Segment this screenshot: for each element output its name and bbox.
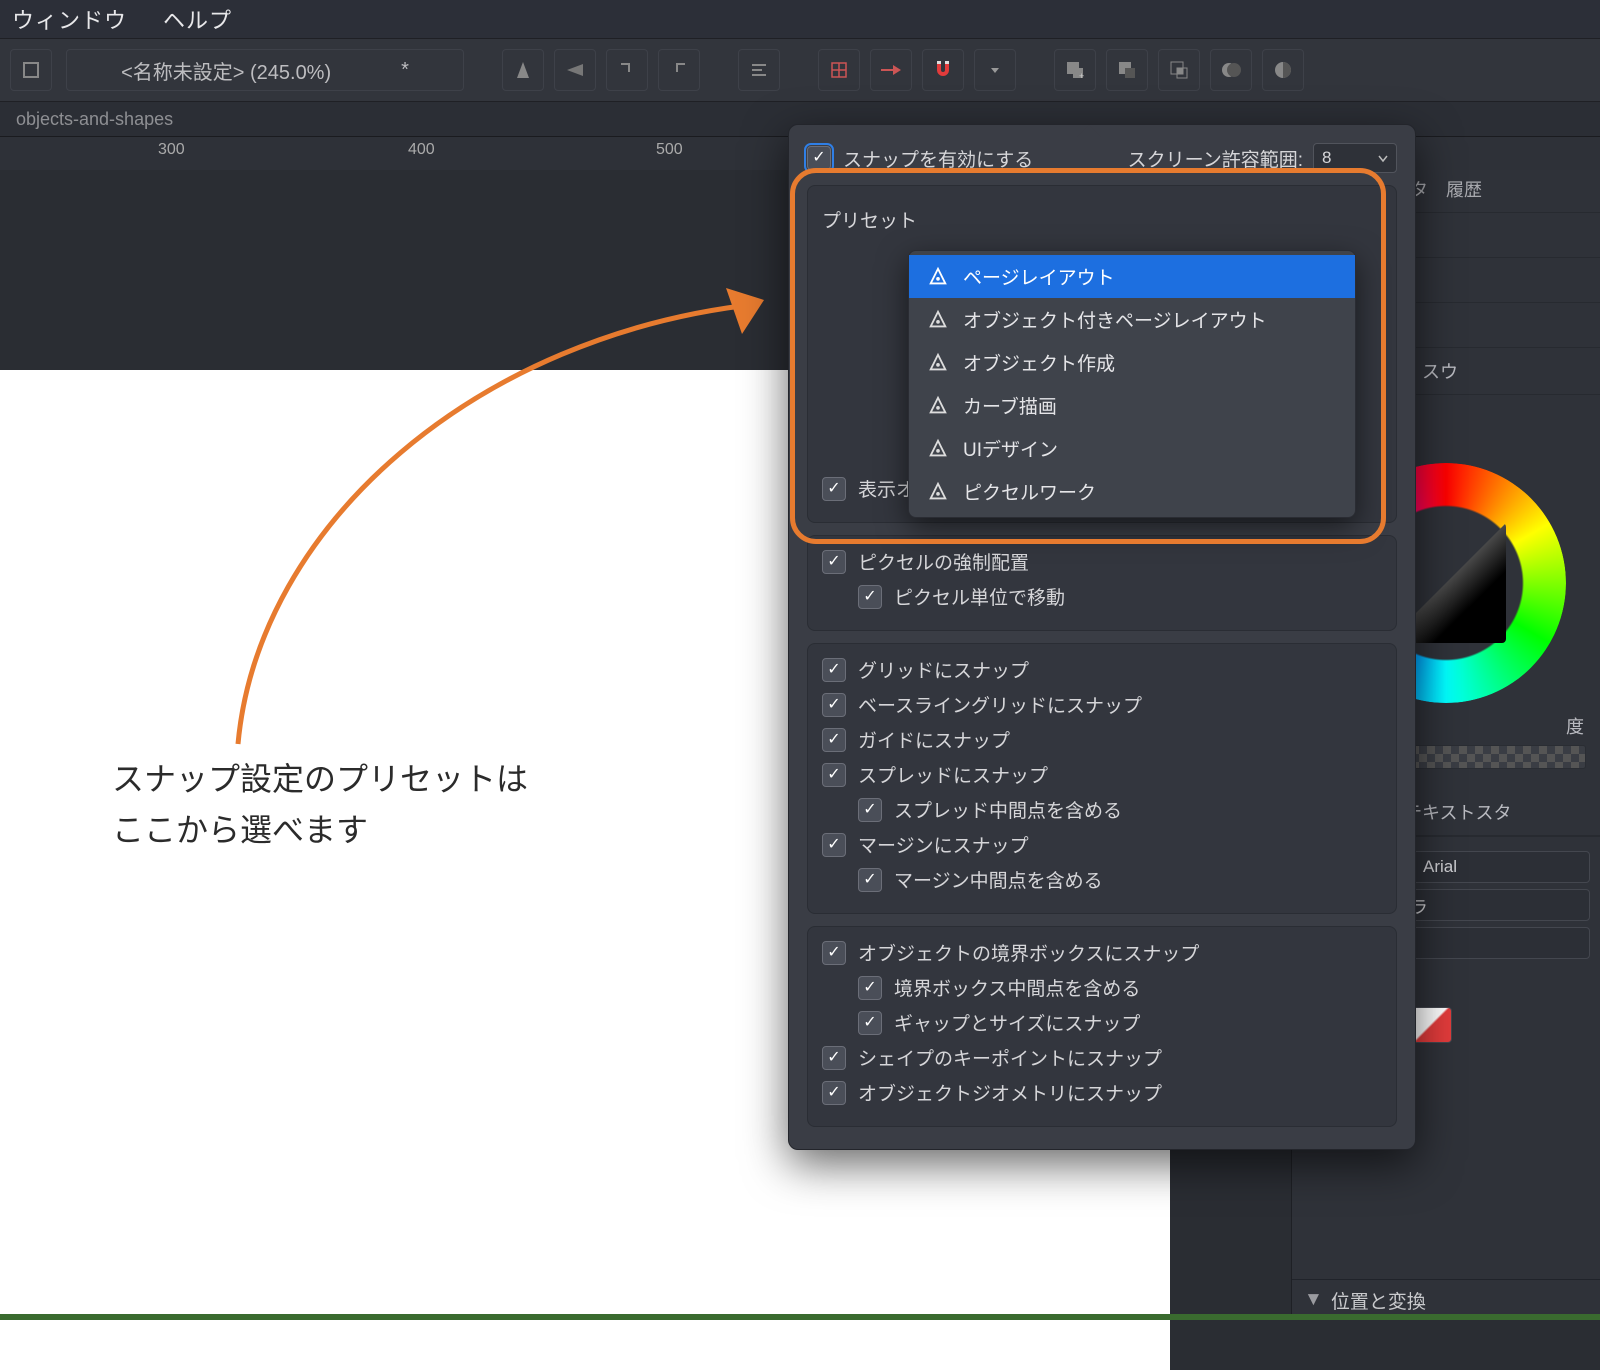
gaps-checkbox[interactable] (858, 1011, 882, 1035)
spread-mid-checkbox[interactable] (858, 798, 882, 822)
boolean-subtract-button[interactable] (1106, 49, 1148, 91)
margin-mid-checkbox[interactable] (858, 868, 882, 892)
snap-geometry-label: オブジェクトジオメトリにスナップ (858, 1079, 1162, 1106)
preset-item-curve-drawing[interactable]: カーブ描画 (909, 384, 1355, 427)
flip-horizontal-button[interactable] (502, 49, 544, 91)
force-pixel-label: ピクセルの強制配置 (858, 548, 1029, 575)
preset-item-label: ページレイアウト (963, 263, 1115, 290)
snap-baseline-label: ベースライングリッドにスナップ (858, 691, 1142, 718)
toolbar-button-generic[interactable] (10, 49, 52, 91)
bottom-accent-bar (0, 1314, 1600, 1320)
document-tab[interactable]: objects-and-shapes (0, 102, 189, 136)
preset-item-page-layout-obj[interactable]: オブジェクト付きページレイアウト (909, 298, 1355, 341)
snap-popover: スナップを有効にする スクリーン許容範囲: 8 プリセット ページレイアウト オ… (788, 124, 1416, 1150)
document-title[interactable]: <名称未設定> (245.0%) * (66, 49, 464, 91)
move-by-pixel-checkbox[interactable] (858, 585, 882, 609)
rotate-cw-button[interactable] (658, 49, 700, 91)
menu-help[interactable]: ヘルプ (163, 3, 232, 35)
chevron-down-icon (1378, 153, 1388, 163)
document-dirty-indicator: * (401, 59, 409, 82)
preset-item-label: オブジェクト作成 (963, 349, 1115, 376)
spread-mid-label: スプレッド中間点を含める (894, 796, 1122, 823)
tab-swatches[interactable]: スウ (1412, 354, 1468, 388)
snap-bbox-label: オブジェクトの境界ボックスにスナップ (858, 939, 1199, 966)
preset-label: プリセット (822, 206, 917, 233)
opacity-label: 度 (1566, 713, 1584, 739)
tolerance-field[interactable]: 8 (1313, 143, 1397, 173)
snap-keypoints-checkbox[interactable] (822, 1046, 846, 1070)
margin-mid-label: マージン中間点を含める (894, 866, 1103, 893)
force-pixel-checkbox[interactable] (822, 550, 846, 574)
snap-spread-checkbox[interactable] (822, 763, 846, 787)
preset-icon (927, 266, 949, 288)
preset-item-label: ピクセルワーク (963, 478, 1096, 505)
flip-vertical-button[interactable] (554, 49, 596, 91)
svg-text:+: + (1079, 71, 1084, 81)
menu-window[interactable]: ウィンドウ (12, 3, 127, 35)
menu-bar: ウィンドウ ヘルプ (0, 0, 1600, 38)
grid-icon[interactable] (818, 49, 860, 91)
snap-guides-checkbox[interactable] (822, 728, 846, 752)
preset-icon (927, 481, 949, 503)
preset-item-pixel-work[interactable]: ピクセルワーク (909, 470, 1355, 513)
rotate-ccw-button[interactable] (606, 49, 648, 91)
preset-dropdown: ページレイアウト オブジェクト付きページレイアウト オブジェクト作成 カーブ描画… (908, 250, 1356, 518)
bbox-mid-label: 境界ボックス中間点を含める (894, 974, 1140, 1001)
snap-bbox-checkbox[interactable] (822, 941, 846, 965)
tab-history[interactable]: 履歴 (1438, 172, 1490, 206)
boolean-divide-button[interactable] (1262, 49, 1304, 91)
snap-magnet-button[interactable] (922, 49, 964, 91)
snap-spread-label: スプレッドにスナップ (858, 761, 1048, 788)
document-title-text: <名称未設定> (245.0%) (121, 56, 331, 85)
tolerance-label: スクリーン許容範囲: (1128, 145, 1303, 172)
enable-snap-checkbox[interactable] (807, 146, 831, 170)
ruler-mark: 300 (158, 141, 185, 159)
snap-margin-label: マージンにスナップ (858, 831, 1029, 858)
font-family-field[interactable]: Arial (1412, 851, 1590, 883)
chevron-down-icon: ▼ (1304, 1289, 1323, 1311)
enable-snap-label: スナップを有効にする (843, 145, 1033, 172)
snap-grid-checkbox[interactable] (822, 658, 846, 682)
tolerance-value: 8 (1322, 148, 1331, 168)
preset-item-label: オブジェクト付きページレイアウト (963, 306, 1267, 333)
preset-item-label: UIデザイン (963, 435, 1058, 462)
snap-margin-checkbox[interactable] (822, 833, 846, 857)
preset-item-page-layout[interactable]: ページレイアウト (909, 255, 1355, 298)
preset-item-label: カーブ描画 (963, 392, 1057, 419)
footer-label: 位置と変換 (1331, 1287, 1426, 1314)
annotation-line: ここから選べます (112, 805, 528, 856)
align-button[interactable] (738, 49, 780, 91)
preset-icon (927, 395, 949, 417)
preset-icon (927, 438, 949, 460)
preset-item-object-creation[interactable]: オブジェクト作成 (909, 341, 1355, 384)
only-visible-checkbox[interactable] (822, 477, 846, 501)
ruler-mark: 400 (408, 141, 435, 159)
boolean-add-button[interactable]: + (1054, 49, 1096, 91)
gaps-label: ギャップとサイズにスナップ (894, 1009, 1140, 1036)
snap-geometry-checkbox[interactable] (822, 1081, 846, 1105)
bbox-mid-checkbox[interactable] (858, 976, 882, 1000)
annotation-line: スナップ設定のプリセットは (112, 754, 528, 805)
preset-icon (927, 309, 949, 331)
preset-icon (927, 352, 949, 374)
snap-direction-icon[interactable] (870, 49, 912, 91)
snap-grid-label: グリッドにスナップ (858, 656, 1029, 683)
snap-keypoints-label: シェイプのキーポイントにスナップ (858, 1044, 1162, 1071)
boolean-intersect-button[interactable] (1158, 49, 1200, 91)
move-by-pixel-label: ピクセル単位で移動 (894, 583, 1065, 610)
boolean-xor-button[interactable] (1210, 49, 1252, 91)
ruler-mark: 500 (656, 141, 683, 159)
annotation-text: スナップ設定のプリセットは ここから選べます (112, 754, 528, 856)
preset-item-ui-design[interactable]: UIデザイン (909, 427, 1355, 470)
snap-dropdown-button[interactable] (974, 49, 1016, 91)
no-decoration-swatch[interactable] (1410, 1007, 1452, 1043)
snap-baseline-checkbox[interactable] (822, 693, 846, 717)
toolbar: <名称未設定> (245.0%) * + (0, 38, 1600, 102)
snap-guides-label: ガイドにスナップ (858, 726, 1010, 753)
